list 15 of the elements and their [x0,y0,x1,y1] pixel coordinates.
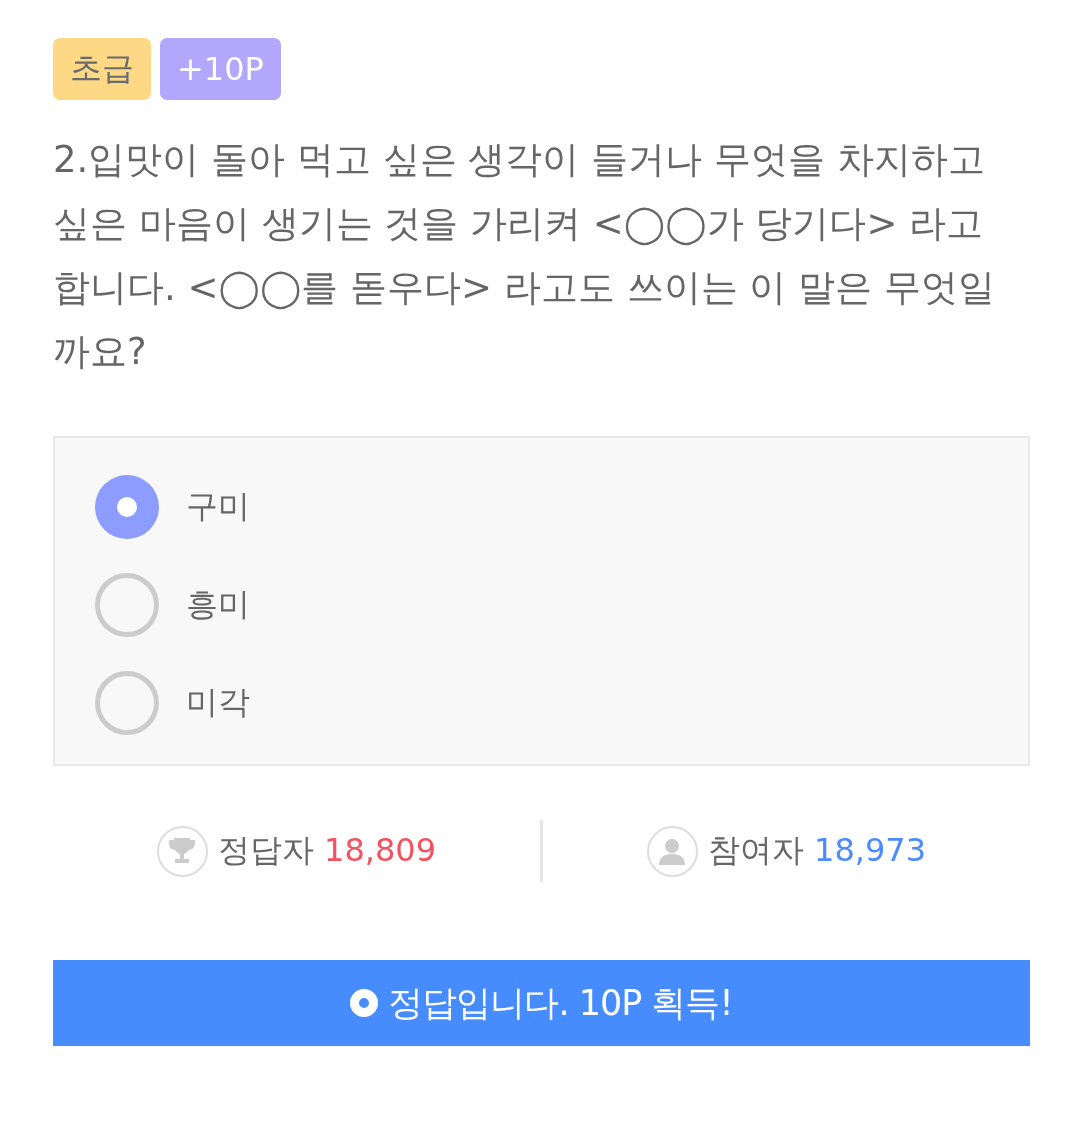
stat-text: 참여자 18,973 [707,830,927,871]
result-button[interactable]: 정답입니다. 10P 획득! [53,960,1030,1046]
points-badge: +10P [160,38,281,100]
result-label: 정답입니다. 10P 획득! [388,981,733,1025]
option-label[interactable]: 구미 [186,485,250,529]
option-label[interactable]: 흥미 [186,583,250,627]
question-text: 2.입맛이 돌아 먹고 싶은 생각이 들거나 무엇을 차지하고 싶은 마음이 생기는 것을 가리켜 <◯◯가 당기다> 라고 합니다. <◯◯를 돋우다> 라고도 쓰이는 이 말은 무엇일까요? [53,137,996,375]
trophy-icon [167,836,198,866]
stat-text: 정답자 18,809 [217,830,437,871]
person-icon [657,836,688,866]
radio-button[interactable] [95,573,159,637]
radio-button[interactable] [95,671,159,735]
ring-icon [350,989,379,1017]
level-badge: 초급 [53,38,151,100]
option-label[interactable]: 미각 [186,681,250,725]
